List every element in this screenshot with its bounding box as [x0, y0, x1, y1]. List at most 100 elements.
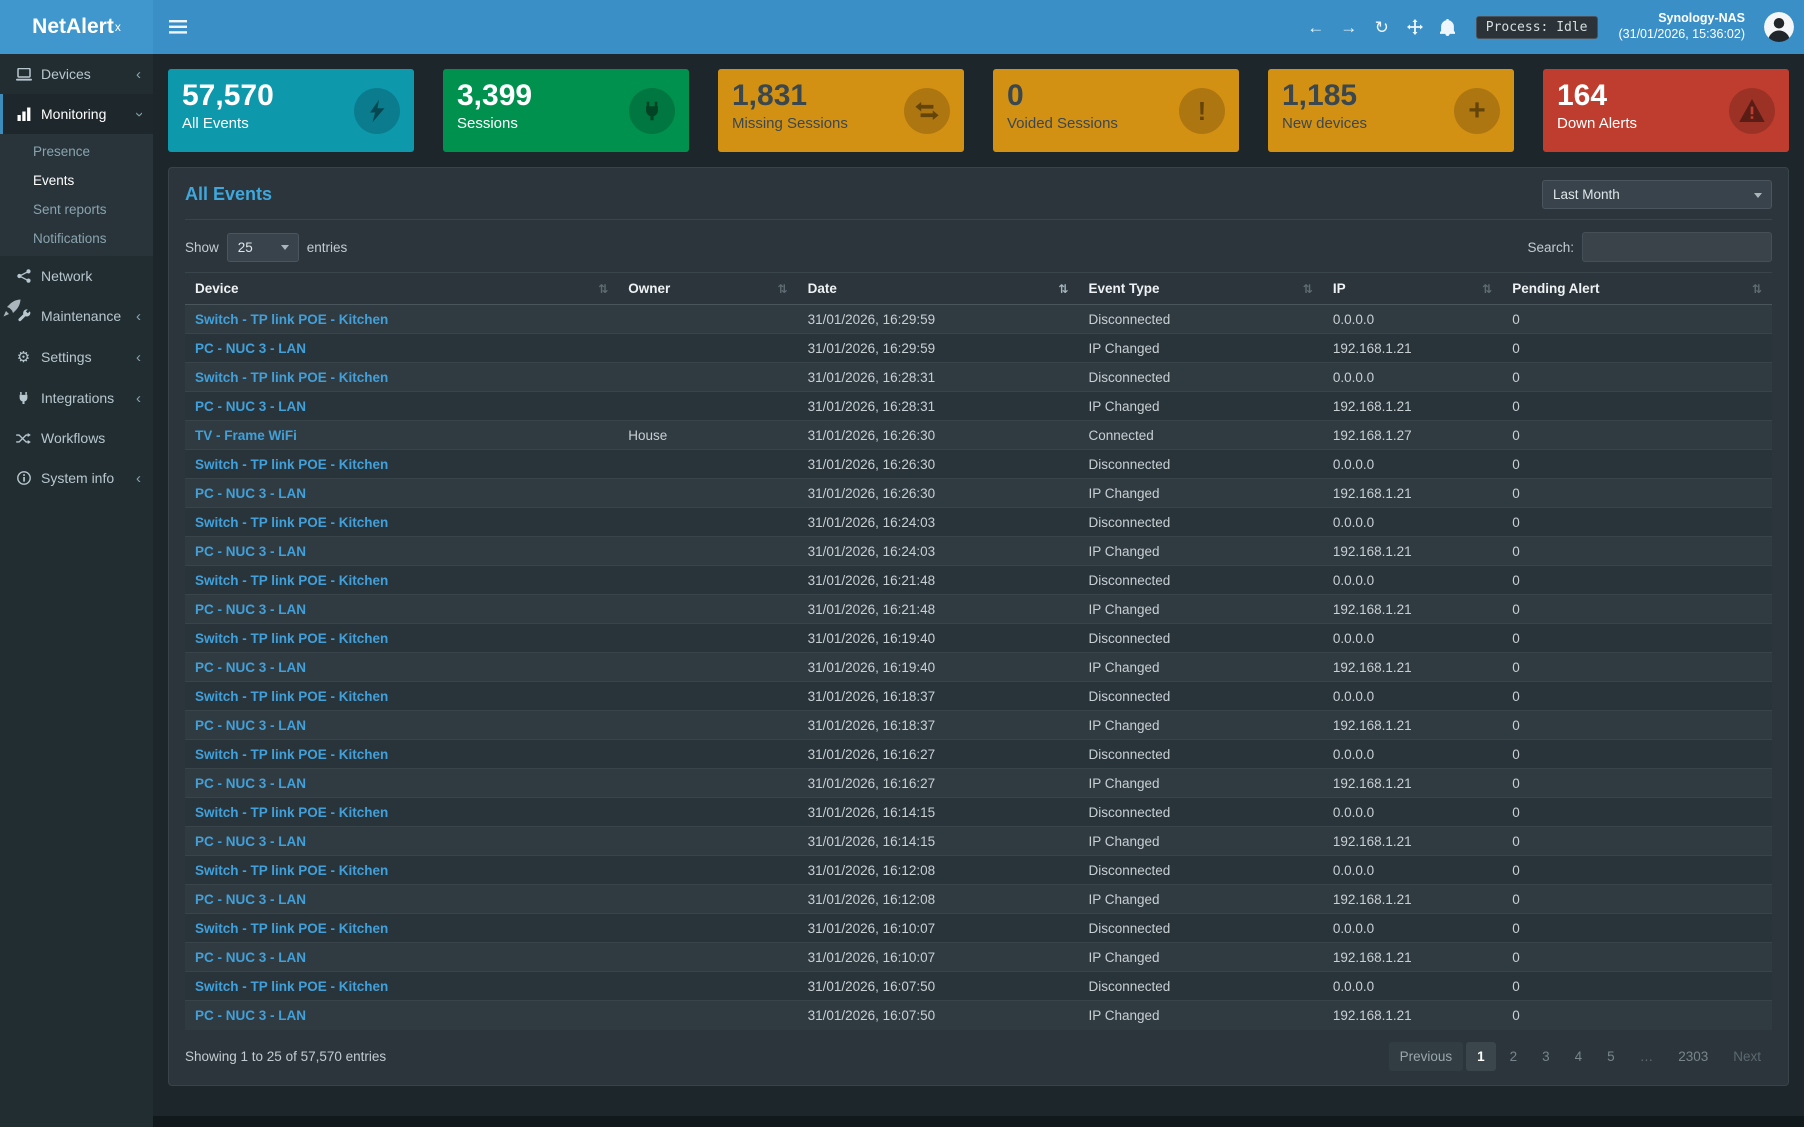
device-cell[interactable]: Switch - TP link POE - Kitchen	[185, 972, 618, 1001]
pending-alert-cell: 0	[1502, 856, 1772, 885]
device-link[interactable]: PC - NUC 3 - LAN	[195, 544, 306, 559]
event-type-cell: IP Changed	[1078, 827, 1322, 856]
device-cell[interactable]: Switch - TP link POE - Kitchen	[185, 740, 618, 769]
device-cell[interactable]: Switch - TP link POE - Kitchen	[185, 305, 618, 334]
stat-card[interactable]: 3,399 Sessions	[443, 69, 689, 152]
device-cell[interactable]: PC - NUC 3 - LAN	[185, 392, 618, 421]
device-cell[interactable]: PC - NUC 3 - LAN	[185, 885, 618, 914]
host-info: Synology-NAS (31/01/2026, 15:36:02)	[1619, 11, 1746, 42]
page-button[interactable]: 5	[1596, 1042, 1626, 1071]
device-cell[interactable]: PC - NUC 3 - LAN	[185, 769, 618, 798]
sidebar-item-network[interactable]: Network	[0, 256, 153, 296]
page-button[interactable]: 2	[1499, 1042, 1529, 1071]
hamburger-menu-icon[interactable]	[169, 20, 187, 34]
device-cell[interactable]: PC - NUC 3 - LAN	[185, 827, 618, 856]
device-cell[interactable]: Switch - TP link POE - Kitchen	[185, 798, 618, 827]
device-link[interactable]: PC - NUC 3 - LAN	[195, 1008, 306, 1023]
device-link[interactable]: Switch - TP link POE - Kitchen	[195, 457, 388, 472]
device-link[interactable]: Switch - TP link POE - Kitchen	[195, 979, 388, 994]
ip-cell: 0.0.0.0	[1323, 305, 1502, 334]
app-logo[interactable]: NetAlertx	[0, 0, 153, 54]
device-cell[interactable]: Switch - TP link POE - Kitchen	[185, 450, 618, 479]
device-link[interactable]: Switch - TP link POE - Kitchen	[195, 747, 388, 762]
page-button[interactable]: 4	[1564, 1042, 1594, 1071]
device-link[interactable]: Switch - TP link POE - Kitchen	[195, 805, 388, 820]
device-cell[interactable]: Switch - TP link POE - Kitchen	[185, 914, 618, 943]
rocket-icon[interactable]	[2, 298, 22, 318]
stat-card[interactable]: 164 Down Alerts	[1543, 69, 1789, 152]
device-link[interactable]: PC - NUC 3 - LAN	[195, 834, 306, 849]
device-link[interactable]: PC - NUC 3 - LAN	[195, 341, 306, 356]
refresh-icon[interactable]: ↻	[1373, 19, 1391, 36]
back-arrow-icon[interactable]: ←	[1307, 19, 1325, 36]
device-cell[interactable]: PC - NUC 3 - LAN	[185, 479, 618, 508]
device-link[interactable]: Switch - TP link POE - Kitchen	[195, 689, 388, 704]
move-icon[interactable]	[1406, 19, 1424, 35]
column-header-pending-alert[interactable]: Pending Alert⇅	[1502, 273, 1772, 305]
sidebar-item-settings[interactable]: ⚙ Settings ‹	[0, 336, 153, 378]
page-length-select[interactable]: 25	[227, 233, 299, 262]
device-link[interactable]: Switch - TP link POE - Kitchen	[195, 515, 388, 530]
sidebar-subitem-sent-reports[interactable]: Sent reports	[0, 195, 153, 224]
column-header-owner[interactable]: Owner⇅	[618, 273, 797, 305]
sidebar-subitem-events[interactable]: Events	[0, 166, 153, 195]
device-cell[interactable]: Switch - TP link POE - Kitchen	[185, 363, 618, 392]
device-link[interactable]: TV - Frame WiFi	[195, 428, 297, 443]
sidebar-item-monitoring[interactable]: Monitoring ‹	[0, 94, 153, 134]
device-cell[interactable]: Switch - TP link POE - Kitchen	[185, 508, 618, 537]
device-cell[interactable]: PC - NUC 3 - LAN	[185, 537, 618, 566]
sidebar-item-workflows[interactable]: Workflows	[0, 418, 153, 458]
device-cell[interactable]: Switch - TP link POE - Kitchen	[185, 682, 618, 711]
column-header-event-type[interactable]: Event Type⇅	[1078, 273, 1322, 305]
sidebar-item-system-info[interactable]: System info ‹	[0, 458, 153, 498]
column-header-device[interactable]: Device⇅	[185, 273, 618, 305]
column-header-date[interactable]: Date⇅	[798, 273, 1079, 305]
stat-card[interactable]: 1,831 Missing Sessions	[718, 69, 964, 152]
ip-cell: 192.168.1.21	[1323, 334, 1502, 363]
device-link[interactable]: Switch - TP link POE - Kitchen	[195, 573, 388, 588]
stat-card[interactable]: 57,570 All Events	[168, 69, 414, 152]
device-link[interactable]: Switch - TP link POE - Kitchen	[195, 370, 388, 385]
sidebar-item-devices[interactable]: Devices ‹	[0, 54, 153, 94]
page-button[interactable]: 3	[1531, 1042, 1561, 1071]
forward-arrow-icon[interactable]: →	[1340, 19, 1358, 36]
device-link[interactable]: PC - NUC 3 - LAN	[195, 892, 306, 907]
device-cell[interactable]: Switch - TP link POE - Kitchen	[185, 856, 618, 885]
page-button[interactable]: 2303	[1667, 1042, 1719, 1071]
column-header-ip[interactable]: IP⇅	[1323, 273, 1502, 305]
device-cell[interactable]: Switch - TP link POE - Kitchen	[185, 566, 618, 595]
device-link[interactable]: PC - NUC 3 - LAN	[195, 486, 306, 501]
device-cell[interactable]: PC - NUC 3 - LAN	[185, 1001, 618, 1030]
sidebar-subitem-presence[interactable]: Presence	[0, 137, 153, 166]
period-select[interactable]: Last Month	[1542, 180, 1772, 209]
previous-page-button[interactable]: Previous	[1389, 1042, 1464, 1071]
device-cell[interactable]: TV - Frame WiFi	[185, 421, 618, 450]
sidebar-subitem-notifications[interactable]: Notifications	[0, 224, 153, 253]
device-link[interactable]: Switch - TP link POE - Kitchen	[195, 921, 388, 936]
device-cell[interactable]: PC - NUC 3 - LAN	[185, 595, 618, 624]
device-cell[interactable]: PC - NUC 3 - LAN	[185, 943, 618, 972]
next-page-button[interactable]: Next	[1722, 1042, 1772, 1071]
device-link[interactable]: Switch - TP link POE - Kitchen	[195, 863, 388, 878]
device-link[interactable]: Switch - TP link POE - Kitchen	[195, 312, 388, 327]
page-button[interactable]: 1	[1466, 1042, 1496, 1071]
device-link[interactable]: PC - NUC 3 - LAN	[195, 660, 306, 675]
device-cell[interactable]: PC - NUC 3 - LAN	[185, 334, 618, 363]
device-link[interactable]: PC - NUC 3 - LAN	[195, 399, 306, 414]
app-logo-sup: x	[115, 20, 121, 34]
device-cell[interactable]: Switch - TP link POE - Kitchen	[185, 624, 618, 653]
device-link[interactable]: PC - NUC 3 - LAN	[195, 950, 306, 965]
search-input[interactable]	[1582, 232, 1772, 262]
sidebar-item-maintenance[interactable]: Maintenance ‹	[0, 296, 153, 336]
device-link[interactable]: PC - NUC 3 - LAN	[195, 776, 306, 791]
device-cell[interactable]: PC - NUC 3 - LAN	[185, 711, 618, 740]
device-link[interactable]: PC - NUC 3 - LAN	[195, 602, 306, 617]
user-avatar[interactable]	[1764, 12, 1794, 42]
sidebar-item-integrations[interactable]: Integrations ‹	[0, 378, 153, 418]
bell-icon[interactable]	[1439, 19, 1457, 36]
stat-card[interactable]: 1,185 New devices +	[1268, 69, 1514, 152]
device-link[interactable]: PC - NUC 3 - LAN	[195, 718, 306, 733]
device-cell[interactable]: PC - NUC 3 - LAN	[185, 653, 618, 682]
device-link[interactable]: Switch - TP link POE - Kitchen	[195, 631, 388, 646]
stat-card[interactable]: 0 Voided Sessions !	[993, 69, 1239, 152]
